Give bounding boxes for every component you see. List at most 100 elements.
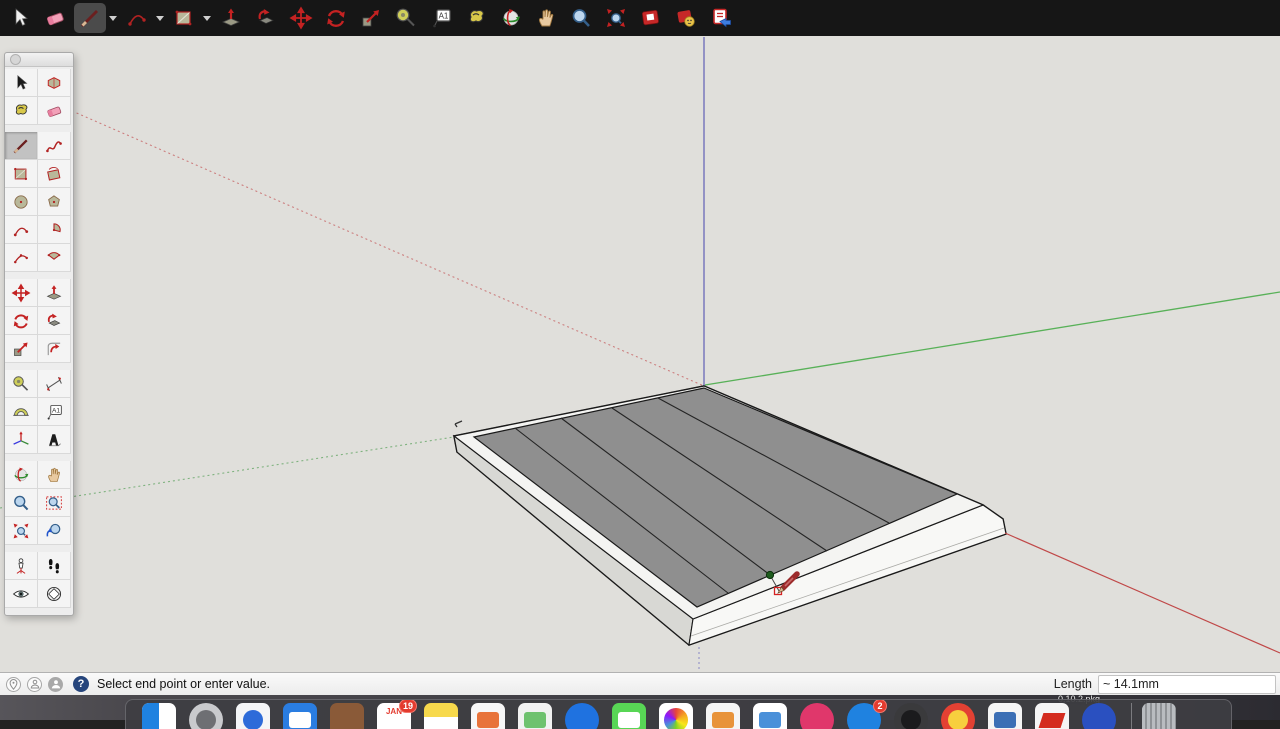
freehand-icon: [42, 134, 66, 158]
palette-tool-poscam[interactable]: [5, 552, 38, 580]
palette-tool-makecomp[interactable]: [38, 69, 71, 97]
toolbar-tool-tape[interactable]: [390, 3, 422, 33]
dock-icon-messages[interactable]: [612, 703, 646, 729]
palette-tool-text3d[interactable]: [38, 426, 71, 454]
toolbar-tool-line[interactable]: [74, 3, 106, 33]
palette-tool-move[interactable]: [5, 279, 38, 307]
toolbar-tool-share[interactable]: [705, 3, 737, 33]
paint-icon: [464, 6, 488, 30]
dock-icon-sphere[interactable]: [1082, 703, 1116, 729]
length-input[interactable]: [1098, 675, 1276, 694]
palette-titlebar[interactable]: [5, 53, 73, 67]
dock-icon-media[interactable]: [753, 703, 787, 729]
palette-tool-offset[interactable]: [38, 335, 71, 363]
rotate-icon: [324, 6, 348, 30]
palette-close-button[interactable]: [10, 54, 21, 65]
palette-tool-orbit[interactable]: [5, 461, 38, 489]
dock-icon-mail[interactable]: [283, 703, 317, 729]
dock-icon-calendar[interactable]: JAN19: [377, 703, 411, 729]
palette-tool-zoomext[interactable]: [5, 517, 38, 545]
palette-tool-look[interactable]: [5, 580, 38, 608]
palette-tool-scale[interactable]: [5, 335, 38, 363]
dock-icon-virtualbox[interactable]: [988, 703, 1022, 729]
palette-tool-rect[interactable]: [5, 160, 38, 188]
dock-icon-pages[interactable]: [706, 703, 740, 729]
palette-tool-select[interactable]: [5, 69, 38, 97]
toolbar-tool-text[interactable]: A1: [425, 3, 457, 33]
toolbar-tool-zoom[interactable]: [565, 3, 597, 33]
palette-tool-zoomwin[interactable]: [38, 489, 71, 517]
toolbar-tool-arc[interactable]: [121, 3, 153, 33]
geolocation-icon[interactable]: [6, 677, 21, 692]
palette-tool-axes[interactable]: [5, 426, 38, 454]
toolbar-tool-paint[interactable]: [460, 3, 492, 33]
palette-row: [5, 552, 73, 580]
toolbar-tool-scale[interactable]: [355, 3, 387, 33]
dock-icon-notes[interactable]: [424, 703, 458, 729]
toolbar-tool-orbit[interactable]: [495, 3, 527, 33]
palette-tool-polygon[interactable]: [38, 188, 71, 216]
dock-icon-photobooth[interactable]: [894, 703, 928, 729]
palette-tool-walk[interactable]: [38, 552, 71, 580]
modeling-viewport[interactable]: [0, 36, 1280, 672]
toolbar-caret-line[interactable]: [109, 16, 117, 21]
dock-icon-launchpad[interactable]: [189, 703, 223, 729]
palette-tool-zoomprev[interactable]: [38, 517, 71, 545]
palette-row: A1: [5, 398, 73, 426]
viewport-canvas[interactable]: [0, 36, 1280, 672]
toolbar-tool-select[interactable]: [4, 3, 36, 33]
dock-icon-chrome[interactable]: [941, 703, 975, 729]
toolbar-tool-minfo[interactable]: [635, 3, 667, 33]
palette-tool-rotrect[interactable]: [38, 160, 71, 188]
toolbar-tool-rotate[interactable]: [320, 3, 352, 33]
dock-icon-contacts[interactable]: [330, 703, 364, 729]
toolbar-tool-pushpull[interactable]: [215, 3, 247, 33]
toolbar-tool-move[interactable]: [285, 3, 317, 33]
palette-tool-zoom[interactable]: [5, 489, 38, 517]
dock-icon-safari[interactable]: [236, 703, 270, 729]
palette-tool-circle[interactable]: [5, 188, 38, 216]
toolbar-caret-arc[interactable]: [156, 16, 164, 21]
help-icon[interactable]: ?: [73, 676, 89, 692]
dock-icon-appstore[interactable]: 2: [847, 703, 881, 729]
palette-tool-line[interactable]: [5, 132, 38, 160]
palette-row: [5, 461, 73, 489]
palette-tool-text[interactable]: A1: [38, 398, 71, 426]
dock-icon-sketchup[interactable]: [1035, 703, 1069, 729]
palette-tool-tape[interactable]: [5, 370, 38, 398]
palette-tool-pie2[interactable]: [38, 244, 71, 272]
toolbar-tool-rect[interactable]: [168, 3, 200, 33]
palette-tool-protractor[interactable]: [5, 398, 38, 426]
credit-icon[interactable]: [27, 677, 42, 692]
paint-icon: [9, 99, 33, 123]
dock-icon-trash[interactable]: [1142, 703, 1176, 729]
palette-tool-freehand[interactable]: [38, 132, 71, 160]
palette-tool-rotate[interactable]: [5, 307, 38, 335]
toolbar-tool-eraser[interactable]: [39, 3, 71, 33]
dock-icon-music[interactable]: [800, 703, 834, 729]
toolbar-tool-followme[interactable]: [250, 3, 282, 33]
palette-tool-pushpull[interactable]: [38, 279, 71, 307]
palette-tool-section[interactable]: [38, 580, 71, 608]
palette-tool-dims[interactable]: [38, 370, 71, 398]
palette-tool-eraser[interactable]: [38, 97, 71, 125]
dock-icon-finder[interactable]: [142, 703, 176, 729]
palette-tool-arc3[interactable]: [5, 244, 38, 272]
toolbar-tool-warehouse[interactable]: [670, 3, 702, 33]
board-model[interactable]: [454, 386, 1006, 645]
dock-icon-photos[interactable]: [659, 703, 693, 729]
palette-tool-paint[interactable]: [5, 97, 38, 125]
palette-tool-pan[interactable]: [38, 461, 71, 489]
palette-tool-pie[interactable]: [38, 216, 71, 244]
toolbar-tool-zoomext[interactable]: [600, 3, 632, 33]
dock-icon-maps[interactable]: [518, 703, 552, 729]
toolbar-tool-pan[interactable]: [530, 3, 562, 33]
sign-in-icon[interactable]: [48, 677, 63, 692]
pan-icon: [534, 6, 558, 30]
dock-icon-news[interactable]: [471, 703, 505, 729]
palette-row: [5, 216, 73, 244]
dock-icon-blue-app[interactable]: [565, 703, 599, 729]
palette-tool-arc[interactable]: [5, 216, 38, 244]
toolbar-caret-rect[interactable]: [203, 16, 211, 21]
palette-tool-followme[interactable]: [38, 307, 71, 335]
